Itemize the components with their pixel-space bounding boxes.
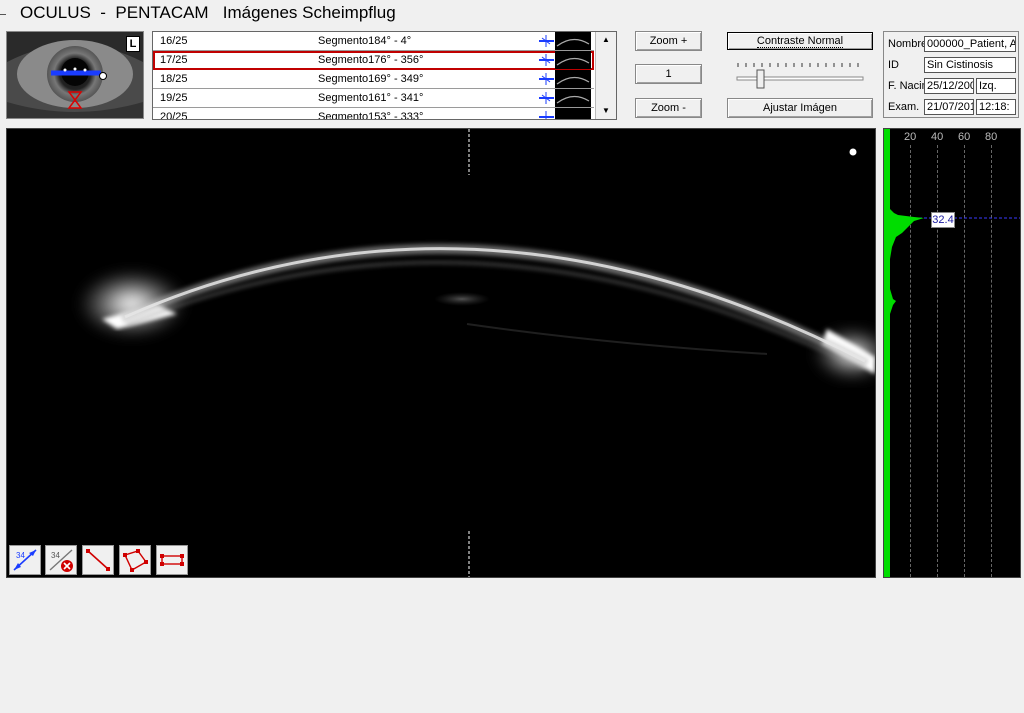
segment-row[interactable]: 18/25 Segmento169° - 349°	[153, 70, 594, 89]
scheimpflug-image[interactable]: 34 34	[6, 128, 876, 578]
delete-measure-icon: 34	[49, 549, 73, 572]
draw-polygon-icon	[123, 549, 148, 572]
contrast-normal-label: Contraste Normal	[756, 35, 844, 48]
zoom-out-button[interactable]: Zoom -	[635, 98, 702, 118]
segment-index: 18/25	[160, 73, 188, 85]
segment-thumbnail-icon	[555, 70, 591, 88]
contrast-slider[interactable]	[735, 60, 865, 90]
segment-index: 19/25	[160, 92, 188, 104]
draw-polygon-button[interactable]	[119, 545, 151, 575]
adjust-image-button[interactable]: Ajustar Imágen	[727, 98, 873, 118]
title-tick-mark	[0, 14, 6, 15]
densitometry-value: 32.4	[931, 212, 955, 228]
segment-index: 16/25	[160, 35, 188, 47]
segment-name: Segmento169° - 349°	[318, 73, 424, 85]
zoom-in-button[interactable]: Zoom +	[635, 31, 702, 51]
densitometry-panel: 20 40 60 80 32.4	[883, 128, 1021, 578]
segment-name: Segmento153° - 333°	[318, 111, 424, 120]
segment-orientation-icon	[539, 73, 554, 85]
delete-measure-label: 34	[51, 551, 60, 560]
densitometry-trace	[884, 129, 1020, 577]
dob-label: F. Nacimiento	[888, 80, 926, 92]
segment-row-selected[interactable]: 17/25 Segmento176° - 356°	[153, 51, 594, 70]
scroll-down-icon[interactable]: ▼	[596, 103, 616, 119]
segment-list-scrollbar[interactable]: ▲ ▼	[595, 32, 616, 119]
patient-name-field[interactable]: 000000_Patient, A	[924, 36, 1016, 52]
patient-id-field[interactable]: Sin Cistinosis	[924, 57, 1016, 73]
draw-rectangle-icon	[160, 554, 184, 566]
segment-orientation-icon	[539, 54, 554, 66]
segment-row[interactable]: 16/25 Segmento184° - 4°	[153, 32, 594, 51]
draw-line-icon	[86, 549, 110, 571]
segment-index: 17/25	[160, 54, 188, 66]
segment-thumbnail-icon	[555, 108, 591, 119]
zoom-level-button[interactable]: 1	[635, 64, 702, 84]
patient-info-panel: Nombre 000000_Patient, A ID Sin Cistinos…	[883, 31, 1019, 118]
dob-field[interactable]: 25/12/2000	[924, 78, 974, 94]
exam-time-field[interactable]: 12:18:	[976, 99, 1016, 115]
segment-thumbnail-icon	[555, 89, 591, 107]
segment-list[interactable]: 16/25 Segmento184° - 4° 17/25 Segmento17…	[152, 31, 617, 120]
app-title: OCULUS - PENTACAM Imágenes Scheimpflug	[20, 3, 396, 22]
draw-rectangle-button[interactable]	[156, 545, 188, 575]
segment-row[interactable]: 19/25 Segmento161° - 341°	[153, 89, 594, 108]
segment-name: Segmento176° - 356°	[318, 54, 424, 66]
segment-name: Segmento184° - 4°	[318, 35, 412, 47]
segment-row[interactable]: 20/25 Segmento153° - 333°	[153, 108, 594, 120]
segment-orientation-icon	[539, 111, 554, 119]
delete-measure-button[interactable]: 34	[45, 545, 77, 575]
contrast-normal-button[interactable]: Contraste Normal	[727, 32, 873, 50]
name-label: Nombre	[888, 38, 926, 50]
measure-distance-icon: 34	[13, 549, 37, 571]
draw-line-button[interactable]	[82, 545, 114, 575]
eye-thumbnail[interactable]: L	[6, 31, 144, 119]
scroll-up-icon[interactable]: ▲	[596, 32, 616, 48]
eye-side-field[interactable]: Izq.	[976, 78, 1016, 94]
slider-thumb	[756, 69, 765, 89]
segment-index: 20/25	[160, 111, 188, 120]
segment-thumbnail-icon	[555, 32, 591, 50]
segment-orientation-icon	[539, 35, 554, 47]
segment-name: Segmento161° - 341°	[318, 92, 424, 104]
exam-date-field[interactable]: 21/07/2010	[924, 99, 974, 115]
eye-image	[7, 32, 143, 118]
segment-orientation-icon	[539, 92, 554, 104]
exam-label: Exam.	[888, 101, 920, 113]
id-label: ID	[888, 59, 899, 71]
segment-thumbnail-icon	[555, 51, 591, 69]
cornea-scan-image	[7, 129, 875, 577]
eye-side-badge: L	[126, 36, 140, 52]
measure-distance-button[interactable]: 34	[9, 545, 41, 575]
measure-distance-label: 34	[16, 551, 25, 560]
